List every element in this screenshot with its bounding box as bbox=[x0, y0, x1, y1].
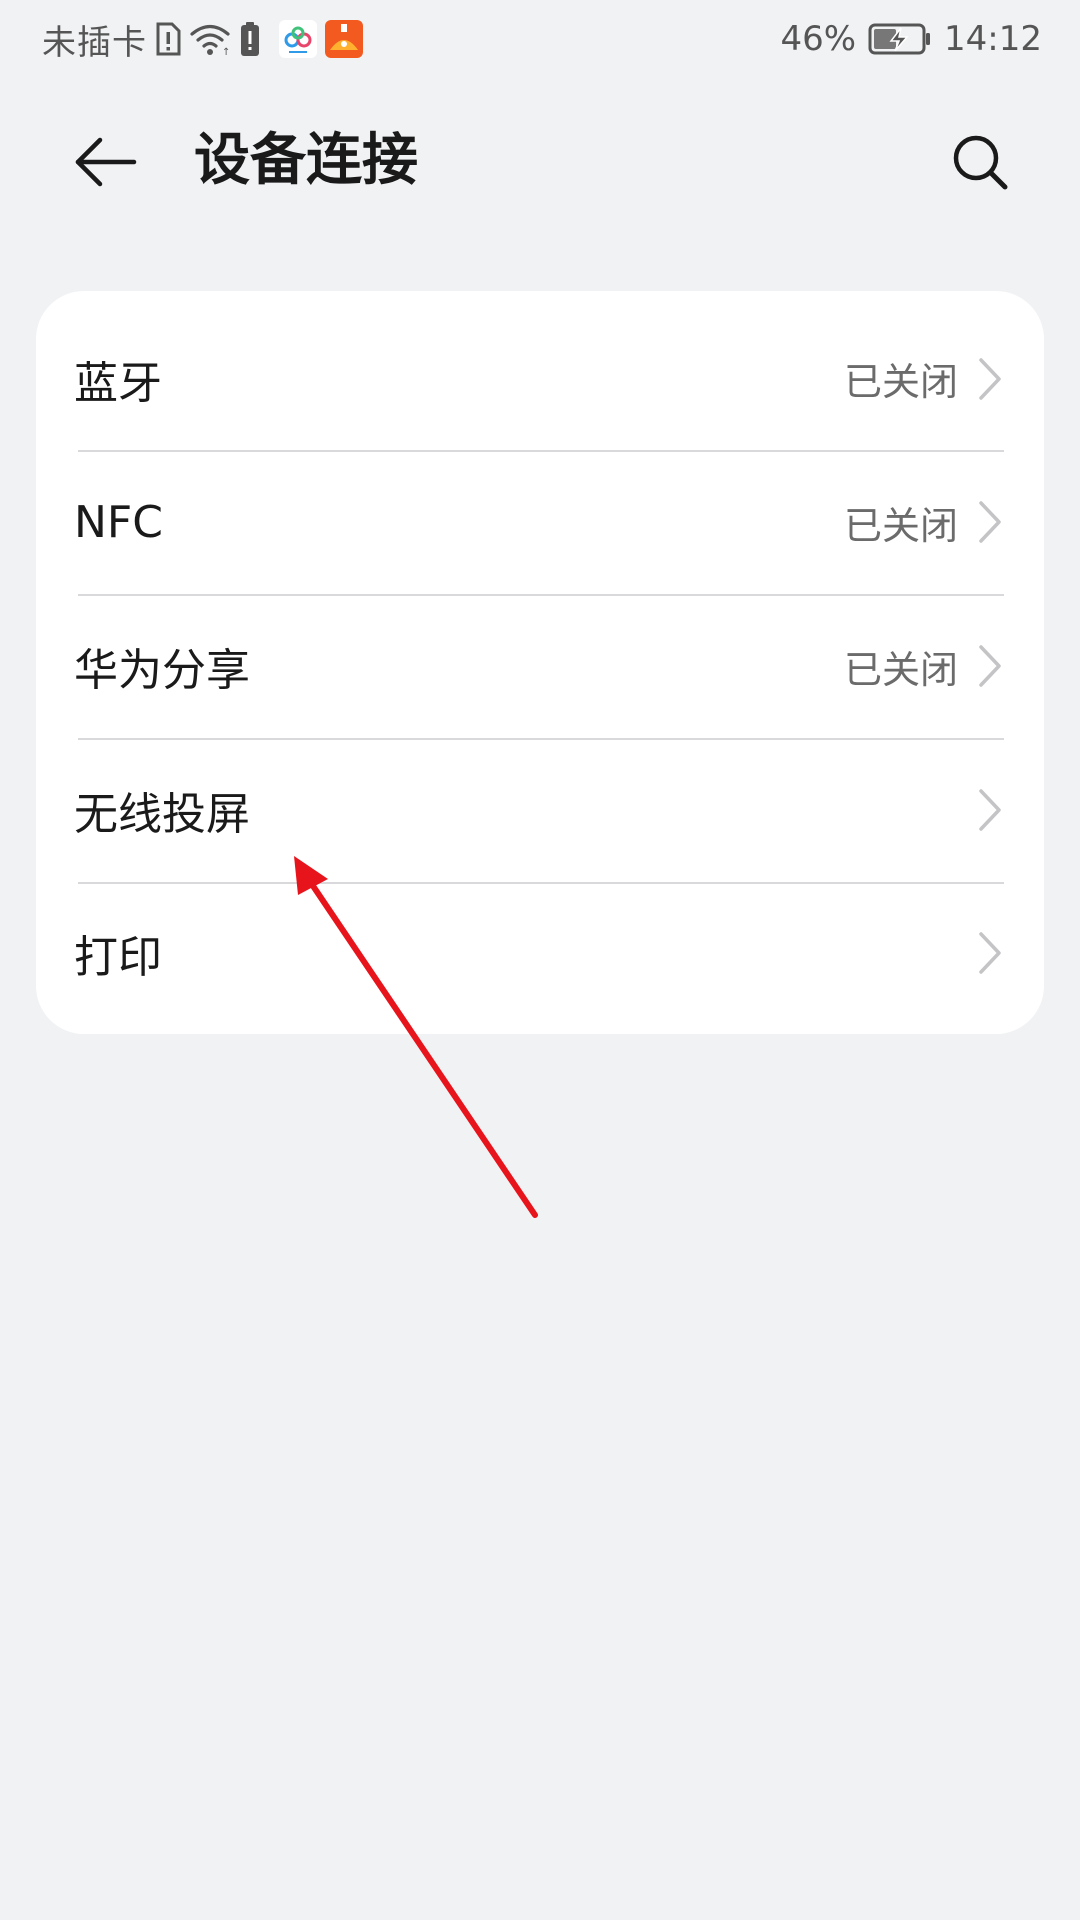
status-left: 未插卡 ↑↓ bbox=[42, 14, 363, 64]
chevron-right-icon bbox=[979, 645, 1001, 687]
settings-item-print[interactable]: 打印 bbox=[36, 882, 1044, 1033]
status-bar: 未插卡 ↑↓ bbox=[0, 0, 1080, 80]
chevron-right-icon bbox=[979, 501, 1001, 543]
back-button[interactable] bbox=[66, 122, 146, 202]
settings-card: 蓝牙 已关闭 NFC 已关闭 华为分享 已关闭 无线投屏 打印 bbox=[36, 291, 1044, 1034]
search-icon bbox=[953, 135, 1008, 190]
settings-item-bluetooth[interactable]: 蓝牙 已关闭 bbox=[36, 291, 1044, 450]
settings-item-wireless-projection[interactable]: 无线投屏 bbox=[36, 738, 1044, 882]
settings-item-label: 华为分享 bbox=[74, 645, 250, 696]
clock: 14:12 bbox=[944, 19, 1042, 59]
settings-item-huawei-share[interactable]: 华为分享 已关闭 bbox=[36, 594, 1044, 738]
settings-item-label: 蓝牙 bbox=[74, 357, 162, 409]
chevron-right-icon bbox=[979, 357, 1001, 400]
wifi-icon: ↑↓ bbox=[190, 24, 231, 56]
battery-percent: 46% bbox=[780, 19, 857, 59]
page-title: 设备连接 bbox=[194, 128, 418, 193]
cloud-app-icon bbox=[279, 20, 317, 58]
settings-item-label: 无线投屏 bbox=[74, 789, 250, 840]
orange-app-icon bbox=[325, 20, 363, 58]
settings-item-label: 打印 bbox=[74, 931, 162, 983]
title-bar: 设备连接 bbox=[0, 100, 1080, 220]
chevron-right-icon bbox=[979, 789, 1001, 831]
battery-alert-icon bbox=[241, 22, 259, 56]
carrier-label: 未插卡 bbox=[42, 22, 147, 63]
settings-item-label: NFC bbox=[74, 496, 163, 548]
settings-item-status: 已关闭 bbox=[843, 360, 958, 404]
chevron-right-icon bbox=[979, 931, 1001, 974]
back-arrow-icon bbox=[75, 137, 137, 187]
settings-item-nfc[interactable]: NFC 已关闭 bbox=[36, 450, 1044, 594]
battery-charging-icon bbox=[868, 23, 931, 55]
settings-item-status: 已关闭 bbox=[843, 503, 958, 548]
settings-item-status: 已关闭 bbox=[843, 647, 958, 692]
status-right: 46% 14:12 bbox=[780, 14, 1042, 64]
sim-error-icon bbox=[156, 22, 181, 56]
search-button[interactable] bbox=[940, 122, 1020, 202]
svg-text:↑↓: ↑↓ bbox=[222, 47, 231, 56]
